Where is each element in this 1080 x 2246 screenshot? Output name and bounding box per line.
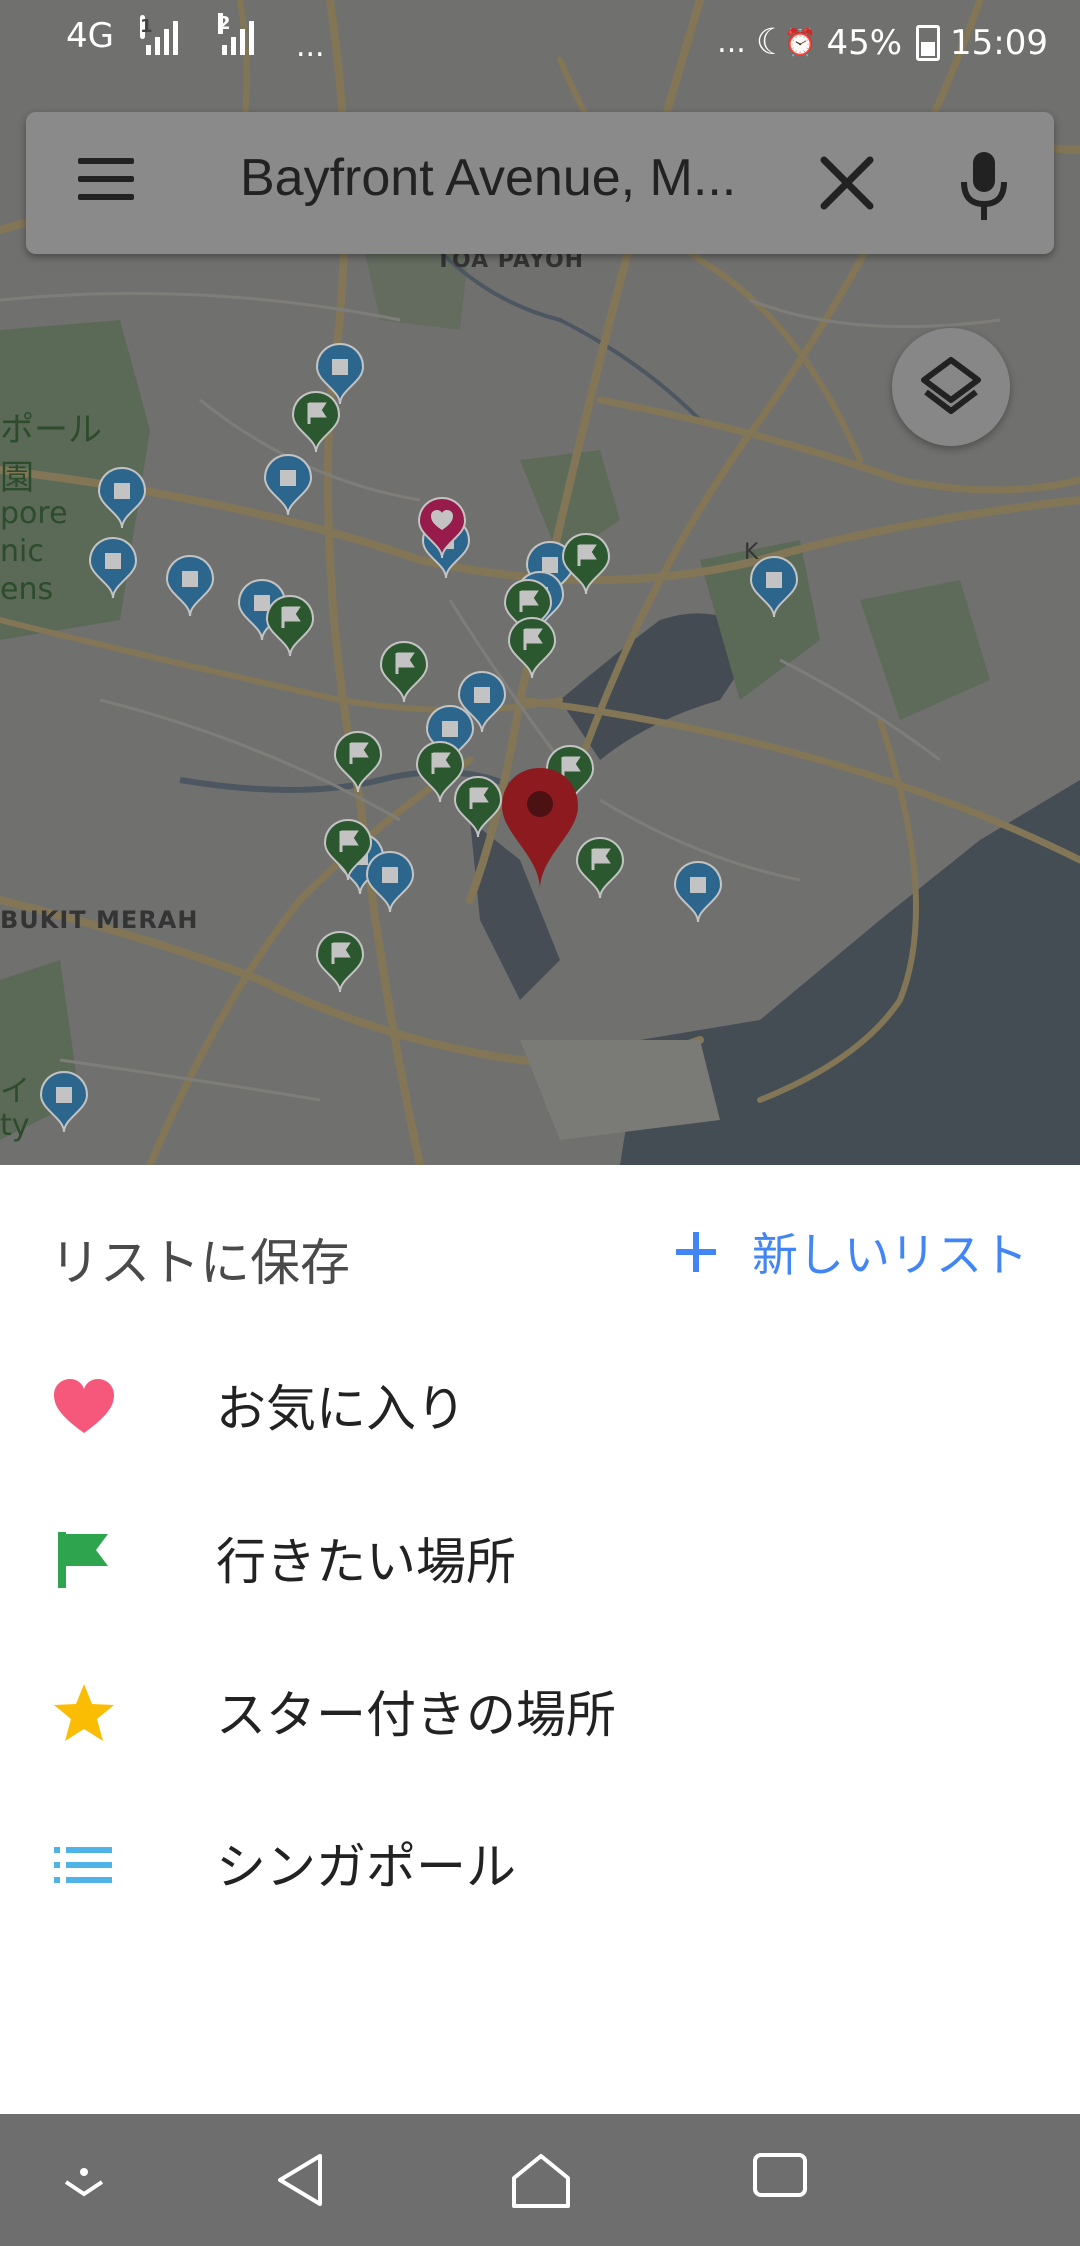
pink-marker[interactable]	[417, 496, 467, 560]
selected-location-pin[interactable]	[500, 766, 580, 892]
status-bar: 4G 1 2 ... ... ☾ ⏰ 45% 15:09	[0, 0, 1080, 88]
list-item-label: お気に入り	[216, 1380, 466, 1438]
sim2-label: 2	[217, 13, 231, 34]
map-label-garden-en-2: nic	[0, 534, 44, 569]
list-item-label: シンガポール	[216, 1838, 516, 1896]
recents-icon[interactable]	[752, 2152, 808, 2198]
new-list-button[interactable]: 新しいリスト	[676, 1219, 1028, 1285]
map-label-garden-jp-2: 園	[0, 458, 34, 498]
list-item-want-to-go[interactable]: 行きたい場所	[0, 1478, 1080, 1628]
green-marker[interactable]	[575, 836, 625, 900]
green-marker[interactable]	[265, 594, 315, 658]
blue-marker[interactable]	[673, 860, 723, 924]
list-item-starred[interactable]: スター付きの場所	[0, 1631, 1080, 1781]
status-more-left: ...	[295, 28, 325, 64]
menu-icon[interactable]	[78, 158, 134, 206]
list-item-label: スター付きの場所	[216, 1686, 616, 1744]
mic-icon[interactable]	[956, 148, 1012, 224]
battery-icon	[916, 24, 941, 61]
map-label-bukit-merah: BUKIT MERAH	[0, 906, 199, 934]
list-item-label: 行きたい場所	[216, 1533, 516, 1591]
collapse-icon[interactable]	[62, 2166, 106, 2200]
green-marker[interactable]	[323, 818, 373, 882]
map-label-garden-en-3: ens	[0, 572, 54, 607]
clock: 15:09	[950, 22, 1048, 63]
list-icon	[54, 1847, 112, 1883]
network-type: 4G	[66, 16, 114, 56]
home-icon[interactable]	[510, 2152, 572, 2210]
map-label-side-jp: イ	[0, 1074, 30, 1109]
sim2-signal-icon: 2	[217, 13, 254, 55]
battery-percent: 45%	[826, 22, 903, 63]
sim1-signal-icon: 1	[139, 15, 178, 55]
blue-marker[interactable]	[749, 555, 799, 619]
blue-marker[interactable]	[263, 453, 313, 517]
green-marker[interactable]	[453, 775, 503, 839]
green-marker[interactable]	[291, 390, 341, 454]
sheet-title: リストに保存	[50, 1234, 350, 1292]
map-label-garden-en-1: pore	[0, 496, 68, 531]
search-bar[interactable]: Bayfront Avenue, M...	[26, 112, 1054, 254]
blue-marker[interactable]	[39, 1070, 89, 1134]
green-marker[interactable]	[507, 616, 557, 680]
blue-marker[interactable]	[97, 466, 147, 530]
sim1-badge: 1	[139, 15, 153, 39]
flag-icon	[58, 1532, 108, 1588]
map-label-side-en: ty	[0, 1108, 30, 1143]
green-marker[interactable]	[379, 640, 429, 704]
green-marker[interactable]	[315, 930, 365, 994]
new-list-label: 新しいリスト	[752, 1228, 1028, 1282]
status-more-right: ...	[717, 25, 746, 60]
green-marker[interactable]	[561, 532, 611, 596]
layers-icon	[921, 357, 981, 414]
blue-marker[interactable]	[88, 536, 138, 600]
blue-marker[interactable]	[165, 554, 215, 618]
system-nav-bar	[0, 2114, 1080, 2246]
list-item-favorites[interactable]: お気に入り	[0, 1325, 1080, 1475]
alarm-icon: ⏰	[784, 27, 817, 58]
star-icon	[54, 1684, 114, 1741]
plus-icon	[676, 1232, 716, 1272]
save-to-list-sheet: リストに保存 新しいリスト お気に入り 行きたい場所 スター付きの場所 シンガポ…	[0, 1165, 1080, 2115]
back-icon[interactable]	[274, 2152, 326, 2208]
map-layers-button[interactable]	[892, 328, 1010, 446]
heart-icon	[54, 1379, 114, 1433]
close-icon[interactable]	[816, 152, 878, 214]
list-item-singapore[interactable]: シンガポール	[0, 1783, 1080, 1933]
search-query[interactable]: Bayfront Avenue, M...	[240, 148, 736, 208]
map-label-garden-jp-1: ポール	[0, 410, 102, 450]
green-marker[interactable]	[333, 730, 383, 794]
